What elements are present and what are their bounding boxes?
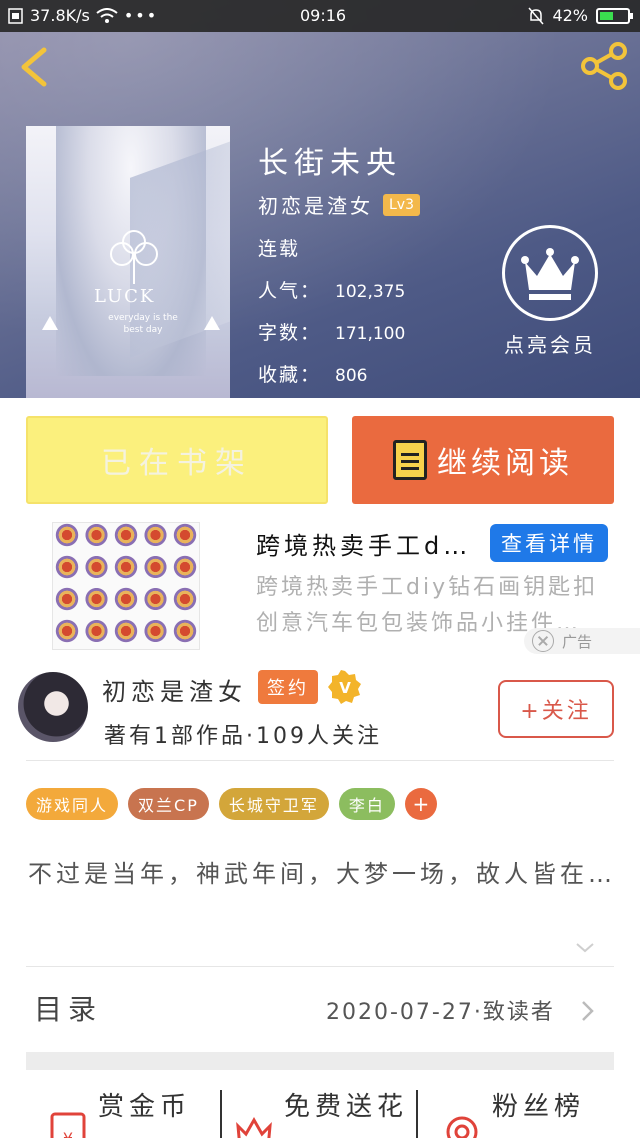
battery-icon — [596, 7, 633, 24]
ad-details-button[interactable]: 查看详情 — [490, 524, 608, 562]
bottom-separator — [220, 1090, 222, 1138]
tag-list: 游戏同人 双兰CP 长城守卫军 李白 + — [26, 788, 437, 820]
svg-text:¥: ¥ — [63, 1129, 73, 1138]
cover-text: LUCK — [94, 286, 156, 307]
popularity-label: 人气： — [258, 280, 322, 302]
table-of-contents-row[interactable]: 目录 2020-07-27·致读者 — [0, 972, 640, 1044]
ad-label: 广告 — [562, 632, 593, 651]
author-card-name[interactable]: 初恋是渣女 — [102, 672, 247, 707]
level-badge: Lv3 — [383, 193, 420, 216]
medal-icon — [446, 1116, 478, 1138]
battery-percent: 42% — [552, 6, 588, 25]
tag-li-bai[interactable]: 李白 — [338, 788, 395, 820]
avatar[interactable] — [18, 672, 88, 742]
in-shelf-button[interactable]: 已在书架 — [26, 416, 328, 504]
signed-badge: 签约 — [258, 670, 318, 704]
section-separator — [26, 1052, 614, 1070]
notification-icon — [8, 7, 23, 24]
book-icon — [393, 440, 427, 480]
tag-cp[interactable]: 双兰CP — [128, 788, 209, 820]
author-name: 初恋是渣女 — [258, 194, 373, 218]
reward-coin-button[interactable]: ¥ 赏金币 — [46, 1086, 191, 1138]
favorites-value: 806 — [335, 366, 368, 386]
wifi-icon — [96, 7, 118, 23]
chevron-right-icon — [582, 1001, 594, 1021]
close-icon[interactable] — [532, 630, 554, 652]
follow-button[interactable]: +关注 — [498, 680, 614, 738]
svg-text:V: V — [339, 679, 351, 697]
more-dots-icon: ••• — [123, 6, 159, 25]
word-count-value: 171,100 — [335, 324, 406, 344]
cover-triangle-right — [204, 316, 220, 330]
flower-icon — [236, 1116, 272, 1138]
ad-banner[interactable]: 跨境热卖手工d… 查看详情 跨境热卖手工diy钻石画钥匙扣创意汽车包包装饰品小挂… — [0, 520, 640, 658]
clover-icon — [110, 230, 158, 284]
continue-reading-label: 继续阅读 — [437, 446, 573, 481]
clock: 09:16 — [300, 6, 347, 25]
fan-rank-button[interactable]: 粉丝榜 — [440, 1086, 585, 1138]
author-meta: 著有1部作品·109人关注 — [104, 724, 382, 749]
divider — [26, 966, 614, 967]
chevron-down-icon[interactable] — [574, 936, 596, 958]
crown-icon — [521, 248, 579, 300]
bottom-separator — [416, 1090, 418, 1138]
free-flower-label: 免费送花 — [284, 1092, 409, 1122]
bottom-actions: ¥ 赏金币 免费送花 粉丝榜 — [0, 1076, 640, 1138]
serial-status: 连载 — [258, 238, 301, 260]
popularity-row: 人气： 102,375 — [258, 276, 405, 303]
free-flower-button[interactable]: 免费送花 — [232, 1086, 408, 1138]
book-cover[interactable]: LUCK everyday is the best day — [26, 126, 230, 398]
toc-label: 目录 — [34, 993, 103, 1026]
ad-title: 跨境热卖手工d… — [256, 532, 472, 560]
reward-coin-label: 赏金币 — [98, 1092, 192, 1122]
favorites-row: 收藏： 806 — [258, 360, 367, 387]
author-card: 初恋是渣女 签约 V 著有1部作品·109人关注 +关注 — [0, 658, 640, 758]
back-button[interactable] — [16, 44, 56, 90]
fan-rank-label: 粉丝榜 — [492, 1092, 586, 1122]
mute-bell-icon — [528, 7, 545, 24]
red-envelope-icon: ¥ — [50, 1112, 86, 1138]
tag-great-wall[interactable]: 长城守卫军 — [218, 788, 329, 820]
ad-tag: 广告 — [524, 628, 640, 654]
net-speed: 37.8K/s — [30, 6, 90, 25]
continue-reading-button[interactable]: 继续阅读 — [352, 416, 614, 504]
divider — [26, 760, 614, 761]
cover-subtext: everyday is the best day — [108, 313, 178, 335]
cover-triangle-left — [42, 316, 58, 330]
share-icon — [581, 42, 627, 90]
toc-latest: 2020-07-27·致读者 — [326, 1000, 555, 1025]
add-tag-button[interactable]: + — [404, 788, 437, 820]
tag-game-fanfic[interactable]: 游戏同人 — [26, 788, 119, 820]
book-intro[interactable]: 不过是当年，神武年间，大梦一场，故人皆在… — [28, 854, 618, 894]
share-button[interactable] — [580, 42, 630, 90]
word-count-label: 字数： — [258, 322, 322, 344]
book-info: 长街未央 初恋是渣女 Lv3 连载 人气： 102,375 字数： 171,100 … — [258, 138, 420, 386]
word-count-row: 字数： 171,100 — [258, 318, 405, 345]
popularity-value: 102,375 — [335, 282, 406, 302]
ad-image[interactable] — [52, 522, 200, 650]
verified-v-icon: V — [328, 670, 361, 704]
vip-circle — [502, 225, 598, 321]
vip-button[interactable]: 点亮会员 — [500, 225, 600, 358]
vip-label: 点亮会员 — [504, 333, 596, 357]
author-row[interactable]: 初恋是渣女 Lv3 — [258, 190, 420, 219]
favorites-label: 收藏： — [258, 364, 322, 386]
in-shelf-label: 已在书架 — [101, 446, 253, 481]
book-title: 长街未央 — [258, 146, 402, 181]
status-bar: 37.8K/s ••• 09:16 42% — [0, 0, 640, 32]
chevron-left-icon — [21, 47, 47, 87]
